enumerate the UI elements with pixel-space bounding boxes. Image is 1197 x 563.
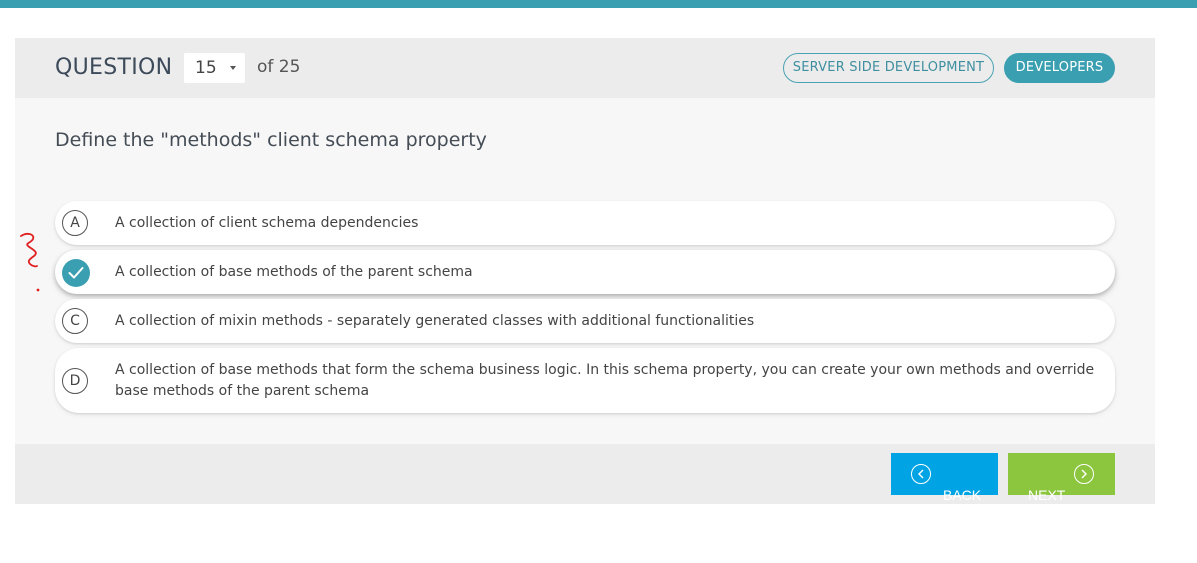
- top-accent-bar: [0, 0, 1197, 8]
- answer-option-c[interactable]: C A collection of mixin methods - separa…: [55, 299, 1115, 343]
- answer-option-a[interactable]: A A collection of client schema dependen…: [55, 201, 1115, 245]
- question-label: QUESTION: [55, 55, 173, 80]
- caret-down-icon: [230, 66, 236, 70]
- next-button-label: NEXT: [1028, 487, 1066, 503]
- option-letter-d: D: [62, 368, 88, 394]
- handwritten-annotation-scribble: [20, 232, 40, 292]
- answer-option-b[interactable]: A collection of base methods of the pare…: [55, 250, 1115, 294]
- option-text-a: A collection of client schema dependenci…: [115, 215, 419, 231]
- question-number-value: 15: [195, 58, 217, 78]
- option-text-b: A collection of base methods of the pare…: [115, 264, 473, 280]
- option-text-d: A collection of base methods that form t…: [115, 362, 1095, 399]
- tag-developers: DEVELOPERS: [1004, 53, 1115, 83]
- option-text-c: A collection of mixin methods - separate…: [115, 313, 755, 329]
- question-text: Define the "methods" client schema prope…: [55, 129, 487, 151]
- next-button[interactable]: NEXT: [1008, 453, 1115, 503]
- tag-server-side-development: SERVER SIDE DEVELOPMENT: [783, 53, 994, 83]
- chevron-left-circle-icon: [911, 464, 931, 484]
- question-header: QUESTION 15 of 25 SERVER SIDE DEVELOPMEN…: [15, 38, 1155, 98]
- navigation-footer: BACK NEXT: [15, 444, 1155, 504]
- back-button-label: BACK: [943, 487, 982, 503]
- back-button[interactable]: BACK: [891, 453, 998, 503]
- question-total: of 25: [257, 57, 301, 77]
- check-icon: [62, 259, 90, 287]
- question-number-select[interactable]: 15: [184, 53, 245, 83]
- chevron-right-circle-icon: [1074, 464, 1094, 484]
- option-letter-c: C: [62, 308, 88, 334]
- quiz-card: QUESTION 15 of 25 SERVER SIDE DEVELOPMEN…: [15, 38, 1155, 504]
- answer-option-d[interactable]: D A collection of base methods that form…: [55, 348, 1115, 413]
- option-letter-a: A: [62, 210, 88, 236]
